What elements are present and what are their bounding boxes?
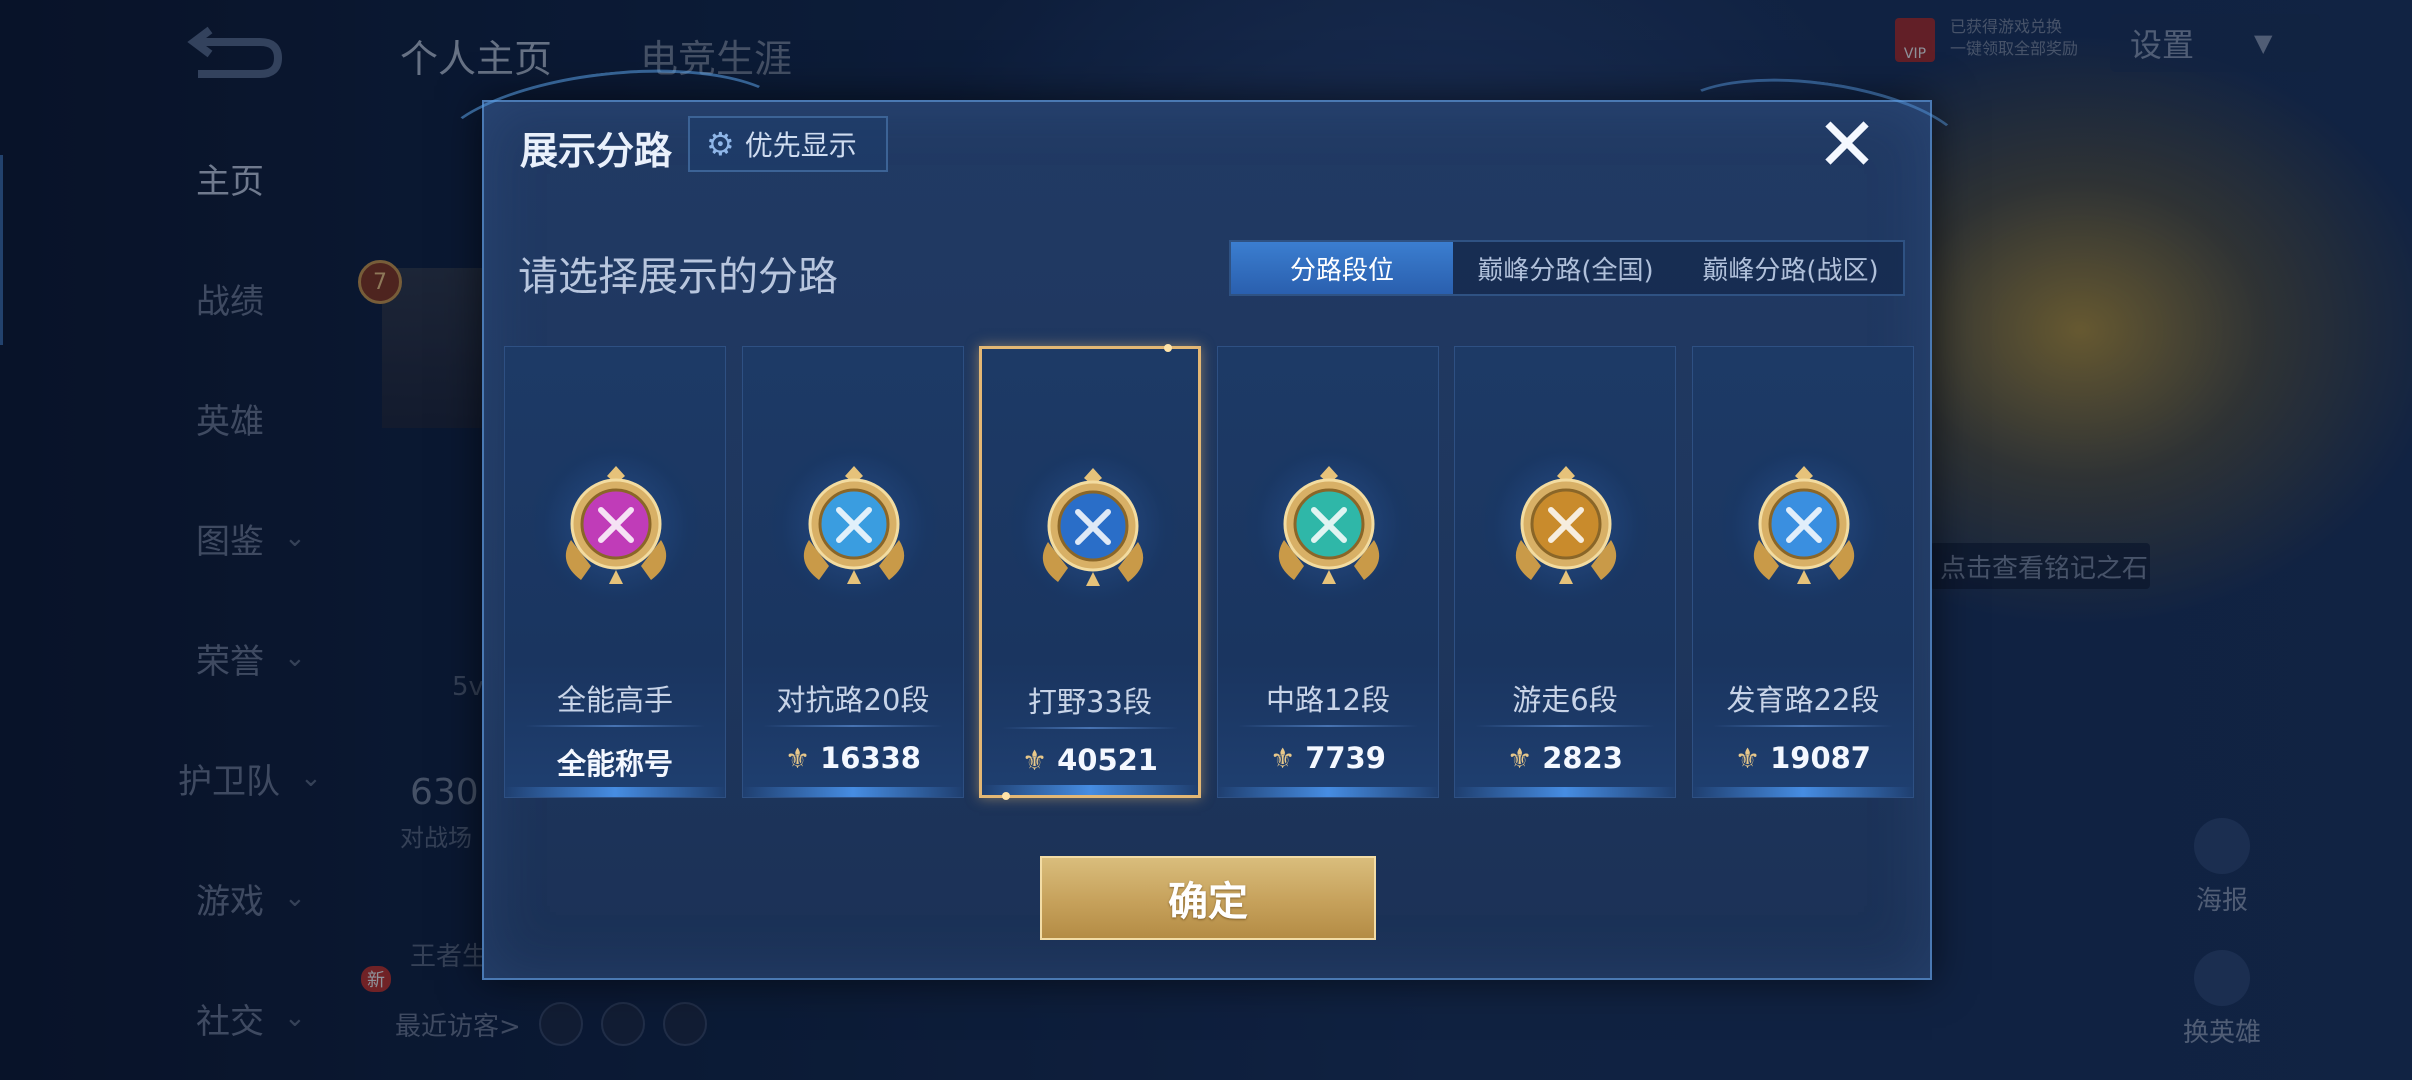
points-icon: ⚜ <box>784 741 811 775</box>
roam-medal-icon <box>1515 466 1617 584</box>
lane-card-value: ⚜ 40521 <box>982 743 1198 777</box>
points-icon: ⚜ <box>1270 741 1296 775</box>
divider <box>525 725 705 727</box>
tab-peak-region[interactable]: 巅峰分路(战区) <box>1678 242 1903 294</box>
lane-card-value-text: 7739 <box>1305 741 1386 775</box>
lane-card-name: 打野33段 <box>1028 685 1152 719</box>
lane-card-value: ⚜ 16338 <box>743 741 963 775</box>
lane-card[interactable]: 全能高手 全能称号 <box>504 346 726 798</box>
points-icon: ⚜ <box>1507 741 1533 775</box>
lane-card-name: 游走6段 <box>1512 683 1618 717</box>
divider <box>1238 725 1418 727</box>
priority-display-label: 优先显示 <box>744 129 857 162</box>
lane-card-name: 中路12段 <box>1266 683 1390 717</box>
close-icon[interactable]: ✕ <box>1812 108 1882 182</box>
tab-lane-rank[interactable]: 分路段位 <box>1231 242 1453 294</box>
divider <box>1002 727 1178 729</box>
lane-card-value: 全能称号 <box>505 741 725 783</box>
card-glow <box>982 785 1198 795</box>
lane-card-value: ⚜ 7739 <box>1218 741 1438 775</box>
lane-tabs: 分路段位 巅峰分路(全国) 巅峰分路(战区) <box>1229 240 1905 296</box>
card-glow <box>743 787 963 797</box>
selection-corner-dot <box>1002 792 1010 800</box>
jungle-medal-icon <box>1042 468 1144 586</box>
lane-card-value-text: 2823 <box>1542 741 1623 775</box>
confirm-button[interactable]: 确定 <box>1040 856 1376 940</box>
lane-card-value: ⚜ 19087 <box>1693 741 1913 775</box>
lane-card-value-text: 19087 <box>1770 741 1871 775</box>
lane-display-dialog: 展示分路 ⚙ 优先显示 ✕ 请选择展示的分路 分路段位 巅峰分路(全国) 巅峰分… <box>428 53 1977 980</box>
mid-lane-medal-icon <box>1278 466 1380 584</box>
gear-icon: ⚙ <box>706 125 735 163</box>
points-icon: ⚜ <box>1021 743 1048 777</box>
farm-lane-medal-icon <box>1753 466 1855 584</box>
lane-card[interactable]: 打野33段 ⚜ 40521 <box>979 344 1201 800</box>
lane-card[interactable]: 发育路22段 ⚜ 19087 <box>1692 346 1914 798</box>
selection-corner-dot <box>1164 344 1172 352</box>
lane-card-list: 全能高手 全能称号 对抗路20段 ⚜ 16338 打野33段 ⚜ 40521 中路12段 ⚜ 773… <box>504 344 1914 800</box>
card-glow <box>1455 787 1675 797</box>
card-glow <box>1693 787 1913 797</box>
clash-lane-medal-icon <box>803 466 905 584</box>
lane-card[interactable]: 游走6段 ⚜ 2823 <box>1454 346 1676 798</box>
tab-peak-national[interactable]: 巅峰分路(全国) <box>1453 242 1678 294</box>
divider <box>1713 725 1893 727</box>
points-icon: ⚜ <box>1734 741 1761 775</box>
lane-card-value-text: 全能称号 <box>556 747 673 781</box>
lane-card[interactable]: 中路12段 ⚜ 7739 <box>1217 346 1439 798</box>
lane-card[interactable]: 对抗路20段 ⚜ 16338 <box>742 346 964 798</box>
lane-card-name: 发育路22段 <box>1726 683 1880 717</box>
all-round-medal-icon <box>565 466 667 584</box>
lane-card-value: ⚜ 2823 <box>1455 741 1675 775</box>
divider <box>1475 725 1655 727</box>
lane-card-value-text: 40521 <box>1057 743 1158 777</box>
lane-card-name: 对抗路20段 <box>776 683 930 717</box>
dialog-subtitle: 请选择展示的分路 <box>518 254 838 300</box>
card-glow <box>505 787 725 797</box>
divider <box>763 725 943 727</box>
lane-card-name: 全能高手 <box>556 683 673 717</box>
dialog-title: 展示分路 <box>520 129 673 173</box>
lane-card-value-text: 16338 <box>820 741 921 775</box>
card-glow <box>1218 787 1438 797</box>
priority-display-button[interactable]: ⚙ 优先显示 <box>688 116 888 172</box>
